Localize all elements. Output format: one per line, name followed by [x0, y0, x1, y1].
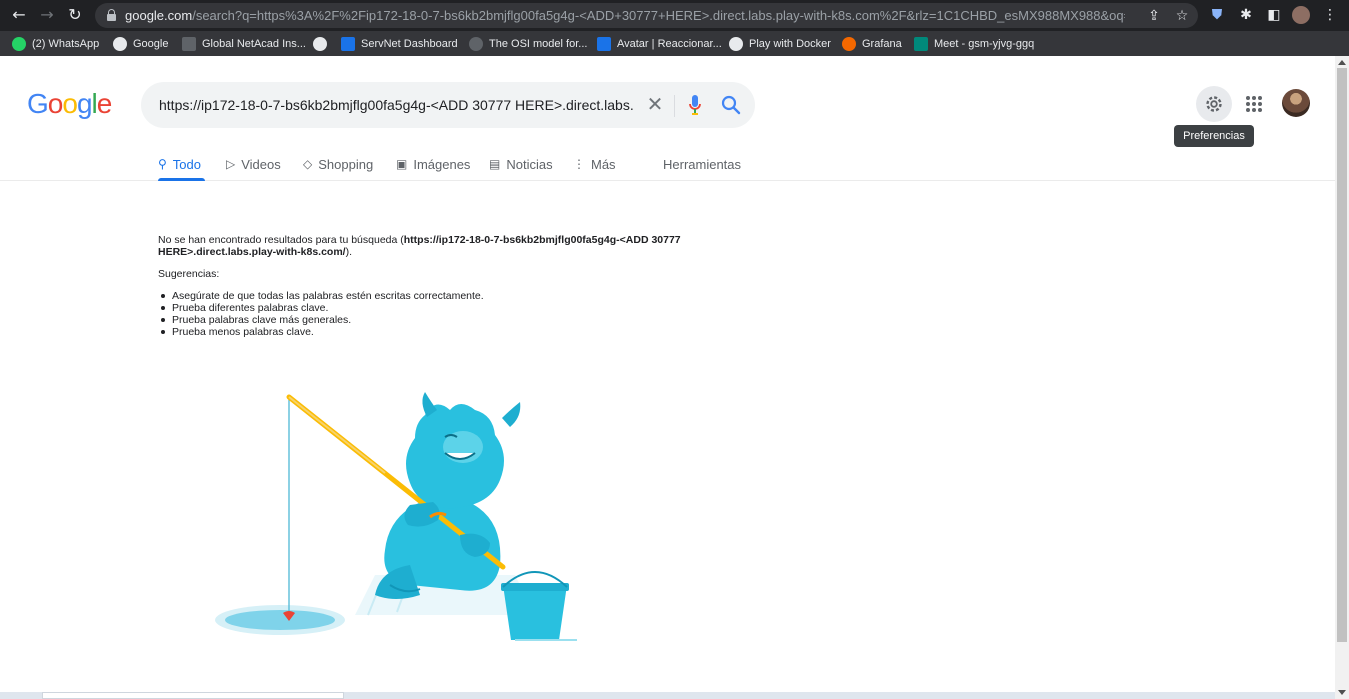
- dashboard-icon: [341, 36, 355, 51]
- profile-avatar[interactable]: [1292, 6, 1310, 24]
- bookmark-avatar[interactable]: Avatar | Reaccionar...: [597, 35, 722, 52]
- search-icon: ⚲: [158, 157, 167, 171]
- tag-icon: ◇: [303, 157, 313, 171]
- bookmark-servnet[interactable]: ServNet Dashboard: [341, 35, 458, 52]
- clear-icon[interactable]: ✕: [643, 92, 667, 116]
- bookmarks-bar: (2) WhatsApp Google Global NetAcad Ins..…: [0, 31, 1349, 56]
- logo-letter: g: [76, 88, 93, 119]
- search-icon[interactable]: [720, 94, 742, 116]
- settings-gear-button[interactable]: [1196, 86, 1232, 122]
- share-icon[interactable]: ⇪: [1145, 7, 1163, 25]
- address-bar-url[interactable]: google.com/search?q=https%3A%2F%2Fip172-…: [125, 8, 1125, 23]
- preferences-tooltip: Preferencias: [1174, 125, 1254, 147]
- globe-icon: [729, 36, 743, 51]
- logo-letter: e: [96, 88, 113, 119]
- apps-grid-icon[interactable]: [1241, 91, 1267, 117]
- netacad-icon: [182, 36, 196, 51]
- no-results-message: No se han encontrado resultados para tu …: [158, 234, 681, 258]
- bucket: [503, 585, 567, 640]
- browser-menu-icon[interactable]: ⋮: [1320, 5, 1340, 25]
- scroll-up-icon[interactable]: [1338, 60, 1346, 65]
- list-item: Prueba diferentes palabras clave.: [161, 302, 484, 314]
- extension-shield-icon[interactable]: ⛊: [1207, 5, 1227, 25]
- bookmark-meet[interactable]: Meet - gsm-yjvg-ggq: [914, 35, 1034, 52]
- bookmark-google[interactable]: Google: [113, 35, 168, 52]
- bookmark-untitled[interactable]: [313, 35, 333, 52]
- taskbar-item[interactable]: [42, 692, 344, 699]
- play-icon: ▷: [226, 157, 236, 171]
- forward-icon[interactable]: →: [36, 4, 58, 26]
- bookmark-play-with-docker[interactable]: Play with Docker: [729, 35, 831, 52]
- vertical-scrollbar[interactable]: [1335, 56, 1349, 699]
- account-avatar[interactable]: [1282, 89, 1310, 117]
- fishing-yeti-illustration: [215, 392, 577, 641]
- tab-imagenes[interactable]: ▣ Imágenes: [396, 154, 470, 174]
- meet-icon: [914, 36, 928, 51]
- address-bar[interactable]: google.com/search?q=https%3A%2F%2Fip172-…: [95, 3, 1198, 28]
- browser-toolbar: ← → ↻ google.com/search?q=https%3A%2F%2F…: [0, 0, 1349, 31]
- news-icon: ▤: [489, 157, 501, 171]
- list-item: Prueba palabras clave más generales.: [161, 314, 484, 326]
- suggestions-list: Asegúrate de que todas las palabras esté…: [161, 290, 484, 338]
- avatar-site-icon: [597, 36, 611, 51]
- image-icon: ▣: [396, 157, 408, 171]
- search-box[interactable]: https://ip172-18-0-7-bs6kb2bmjflg00fa5g4…: [141, 82, 755, 128]
- reload-icon[interactable]: ↻: [64, 4, 86, 26]
- search-tabs: ⚲ Todo ▷ Videos ◇ Shopping ▣ Imágenes ▤ Notic…: [0, 150, 1335, 181]
- search-input[interactable]: https://ip172-18-0-7-bs6kb2bmjflg00fa5g4…: [159, 97, 639, 113]
- globe-icon: [113, 36, 127, 51]
- google-logo[interactable]: Google: [27, 88, 113, 120]
- search-divider: [674, 95, 675, 117]
- scroll-down-icon[interactable]: [1338, 690, 1346, 695]
- back-icon[interactable]: ←: [8, 4, 30, 26]
- bookmark-osi[interactable]: The OSI model for...: [469, 35, 587, 52]
- more-icon: ⋮: [573, 157, 585, 171]
- side-panel-icon[interactable]: ◧: [1264, 5, 1284, 25]
- bookmark-netacad[interactable]: Global NetAcad Ins...: [182, 35, 306, 52]
- extensions-puzzle-icon[interactable]: ✱: [1236, 5, 1256, 25]
- list-item: Prueba menos palabras clave.: [161, 326, 484, 338]
- logo-letter: o: [62, 88, 78, 119]
- grafana-icon: [842, 36, 856, 51]
- bottom-taskbar: [0, 692, 1335, 699]
- tab-todo[interactable]: ⚲ Todo: [158, 154, 201, 174]
- tab-videos[interactable]: ▷ Videos: [226, 154, 281, 174]
- bookmark-star-icon[interactable]: ☆: [1173, 7, 1191, 25]
- microphone-icon[interactable]: [688, 94, 702, 116]
- suggestions-title: Sugerencias:: [158, 268, 220, 280]
- gear-icon: [1206, 96, 1222, 112]
- whatsapp-icon: [12, 36, 26, 51]
- scroll-thumb[interactable]: [1337, 68, 1347, 642]
- active-tab-indicator: [158, 178, 205, 181]
- logo-letter: G: [27, 88, 49, 119]
- tab-mas[interactable]: ⋮ Más: [573, 154, 616, 174]
- tab-shopping[interactable]: ◇ Shopping: [303, 154, 373, 174]
- tab-noticias[interactable]: ▤ Noticias: [489, 154, 553, 174]
- list-item: Asegúrate de que todas las palabras esté…: [161, 290, 484, 302]
- logo-letter: o: [47, 88, 64, 119]
- lock-icon[interactable]: [107, 9, 116, 21]
- bookmark-whatsapp[interactable]: (2) WhatsApp: [12, 35, 99, 52]
- osi-icon: [469, 36, 483, 51]
- globe-icon: [313, 36, 327, 51]
- bookmark-grafana[interactable]: Grafana: [842, 35, 902, 52]
- tab-herramientas[interactable]: Herramientas: [663, 154, 741, 174]
